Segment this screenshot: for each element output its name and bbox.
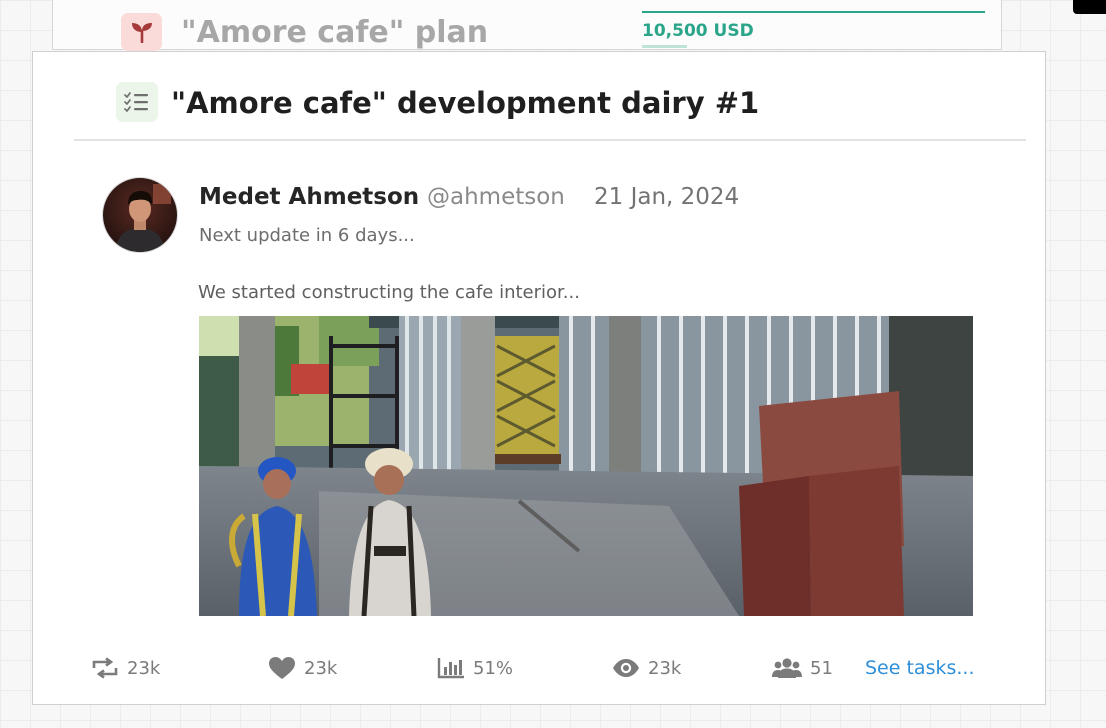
dairy-card: "Amore cafe" development dairy #1 Medet [32,51,1046,705]
author-handle[interactable]: @ahmetson [427,181,565,213]
views-button[interactable]: 23k [612,650,681,686]
repost-count: 23k [127,657,161,679]
funding-progress-bar [642,11,985,13]
eye-icon [613,659,639,677]
post-stats-bar: 23k 23k 51% 23k 51 See tasks... [33,650,1045,686]
see-tasks-link[interactable]: See tasks... [865,650,975,686]
dairy-header: "Amore cafe" development dairy #1 [33,52,1045,142]
plan-title[interactable]: "Amore cafe" plan [181,13,488,53]
author-name[interactable]: Medet Ahmetson [199,181,419,213]
sprout-icon [121,13,162,51]
analytics-icon [437,658,464,679]
avatar[interactable] [103,178,177,252]
plan-amount: 10,500 USD [642,21,754,41]
analytics-value: 51% [473,657,514,679]
heart-icon [269,657,295,679]
members-button[interactable]: 51 [772,650,833,686]
members-count: 51 [810,657,833,679]
like-count: 23k [304,657,338,679]
dairy-title[interactable]: "Amore cafe" development dairy #1 [171,82,759,124]
like-button[interactable]: 23k [268,650,337,686]
repost-button[interactable]: 23k [91,650,160,686]
checklist-icon [116,82,158,122]
post-text: We started constructing the cafe interio… [198,282,580,303]
views-count: 23k [648,657,682,679]
header-divider [74,139,1026,141]
next-update-notice: Next update in 6 days... [199,225,415,246]
post-date: 21 Jan, 2024 [594,184,740,210]
corner-button[interactable] [1073,0,1106,14]
users-icon [772,658,802,678]
construction-photo[interactable] [199,316,973,616]
repost-icon [92,657,118,679]
plan-amount-subtext [642,45,687,48]
analytics-button[interactable]: 51% [437,650,513,686]
